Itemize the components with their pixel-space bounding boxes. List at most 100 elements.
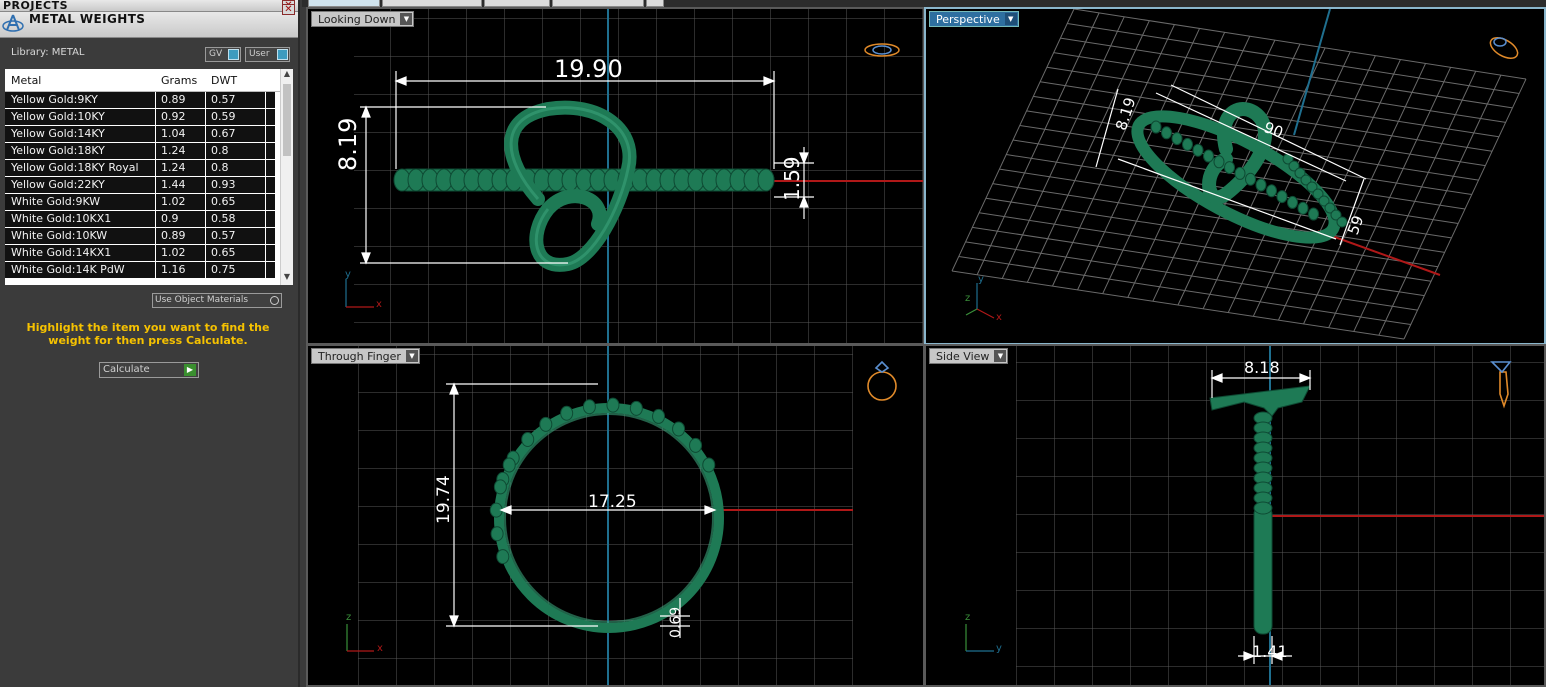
ring-bead <box>496 549 510 565</box>
grams-cell: 1.44 <box>161 178 186 191</box>
user-toggle[interactable]: User <box>245 47 290 62</box>
ring-bead <box>490 526 504 542</box>
ring-bead <box>689 437 703 453</box>
column-header-dwt[interactable]: DWT <box>211 74 237 87</box>
cell-divider <box>265 126 266 143</box>
ring-bead <box>1308 207 1319 221</box>
cell-divider <box>155 177 156 194</box>
table-row[interactable]: White Gold:9KW 1.02 0.65 <box>5 194 275 211</box>
ring-bead <box>1150 120 1162 134</box>
cell-divider <box>155 262 156 279</box>
tab-view-2[interactable] <box>382 0 482 7</box>
ring-bead <box>1224 161 1235 175</box>
metal-weights-close-icon[interactable]: ✕ <box>282 4 295 15</box>
use-object-materials-option[interactable]: Use Object Materials <box>152 293 282 308</box>
table-row[interactable]: Yellow Gold:18KY 1.24 0.8 <box>5 143 275 160</box>
table-row[interactable]: Yellow Gold:9KY 0.89 0.57 <box>5 92 275 109</box>
ring-bead <box>652 408 666 424</box>
axis-z-label: z <box>965 293 971 304</box>
metal-name-cell: Yellow Gold:18KY <box>11 144 105 157</box>
column-header-grams[interactable]: Grams <box>161 74 197 87</box>
grams-cell: 0.89 <box>161 229 186 242</box>
scroll-down-icon[interactable]: ▼ <box>281 272 293 285</box>
viewport-name: Through Finger <box>318 350 401 363</box>
dwt-cell: 0.65 <box>211 195 236 208</box>
cell-divider <box>205 92 206 109</box>
scroll-up-icon[interactable]: ▲ <box>281 69 293 82</box>
use-object-materials-radio[interactable] <box>270 296 279 305</box>
grams-cell: 0.92 <box>161 110 186 123</box>
table-scrollbar[interactable]: ▲ ▼ <box>280 69 293 285</box>
viewport-looking-down[interactable]: 19.90 8.19 1.59 y x Looking Down ▼ <box>306 7 925 345</box>
metal-weights-title-bar: METAL WEIGHTS <box>0 12 298 38</box>
perspective-canvas <box>951 9 1527 340</box>
chevron-down-icon[interactable]: ▼ <box>1004 13 1017 25</box>
dwt-cell: 0.93 <box>211 178 236 191</box>
side-dimension-top: 8.18 <box>1244 358 1280 377</box>
projects-title: PROJECTS <box>3 0 68 12</box>
library-label: Library: METAL <box>11 47 85 58</box>
axis-z-label: z <box>346 612 352 623</box>
ring-bead <box>1234 166 1246 180</box>
scroll-thumb[interactable] <box>283 84 291 156</box>
ring-bead <box>1266 184 1277 198</box>
gv-toggle[interactable]: GV <box>205 47 241 62</box>
metal-weights-title: METAL WEIGHTS <box>29 12 146 26</box>
tab-view-5[interactable] <box>646 0 664 7</box>
viewport-name: Side View <box>936 350 990 363</box>
table-row[interactable]: White Gold:10KX1 0.9 0.58 <box>5 211 275 228</box>
tab-view-3[interactable] <box>484 0 550 7</box>
viewport-through-finger[interactable]: 19.74 17.25 0.69 z x Through Finger ▼ <box>306 344 925 687</box>
finger-dimension-height: 19.74 <box>434 475 454 524</box>
ring-bead <box>702 457 716 473</box>
table-row[interactable]: White Gold:10KW 0.89 0.57 <box>5 228 275 245</box>
axis-x-label: x <box>377 643 383 654</box>
use-object-materials-label: Use Object Materials <box>155 295 249 305</box>
ring-bead <box>493 479 507 495</box>
cell-divider <box>265 245 266 262</box>
viewport-label-looking-down[interactable]: Looking Down ▼ <box>311 11 415 27</box>
table-row[interactable]: Yellow Gold:14KY 1.04 0.67 <box>5 126 275 143</box>
dwt-cell: 0.67 <box>211 127 236 140</box>
ring-bead <box>606 397 620 413</box>
dimension-width: 19.90 <box>554 55 623 83</box>
ring-bead <box>1213 155 1225 169</box>
calculate-label: Calculate <box>103 364 150 375</box>
instruction-hint: Highlight the item you want to find the … <box>26 321 270 347</box>
viewport-label-through-finger[interactable]: Through Finger ▼ <box>311 348 420 364</box>
dwt-cell: 0.57 <box>211 93 236 106</box>
grams-cell: 1.04 <box>161 127 186 140</box>
axis-y-label: y <box>345 269 351 280</box>
table-row[interactable]: Yellow Gold:22KY 1.44 0.93 <box>5 177 275 194</box>
finger-dimension-thickness: 0.69 <box>668 606 684 638</box>
tab-view-1[interactable] <box>308 0 380 7</box>
ring-bead <box>1297 201 1309 215</box>
tab-view-4[interactable] <box>552 0 644 7</box>
grams-cell: 1.16 <box>161 263 186 276</box>
viewport-label-side-view[interactable]: Side View ▼ <box>929 348 1009 364</box>
table-row[interactable]: White Gold:14KX1 1.02 0.65 <box>5 245 275 262</box>
calculate-button[interactable]: Calculate ▶ <box>99 362 199 378</box>
cell-divider <box>265 177 266 194</box>
viewport-label-perspective[interactable]: Perspective ▼ <box>929 11 1019 27</box>
axis-y-label: y <box>996 643 1002 654</box>
projects-title-bar: PROJECTS <box>0 0 298 12</box>
chevron-down-icon[interactable]: ▼ <box>400 13 413 25</box>
column-header-metal[interactable]: Metal <box>11 74 41 87</box>
cell-divider <box>155 160 156 177</box>
viewport-perspective[interactable]: 8.19 90 59 y z x Perspective ▼ <box>924 7 1546 345</box>
cell-divider <box>205 211 206 228</box>
grams-cell: 1.24 <box>161 161 186 174</box>
cell-divider <box>205 262 206 279</box>
chevron-down-icon[interactable]: ▼ <box>405 350 418 362</box>
ring-bead <box>582 399 596 415</box>
grams-cell: 1.02 <box>161 246 186 259</box>
cell-divider <box>155 92 156 109</box>
ring-band <box>393 168 775 192</box>
chevron-down-icon[interactable]: ▼ <box>994 350 1007 362</box>
table-row[interactable]: Yellow Gold:10KY 0.92 0.59 <box>5 109 275 126</box>
table-row[interactable]: Yellow Gold:18KY Royal 1.24 0.8 <box>5 160 275 177</box>
table-row[interactable]: White Gold:14K PdW 1.16 0.75 <box>5 262 275 279</box>
viewport-side-view[interactable]: 8.18 1.41 z y Side View ▼ <box>924 344 1546 687</box>
dwt-cell: 0.75 <box>211 263 236 276</box>
